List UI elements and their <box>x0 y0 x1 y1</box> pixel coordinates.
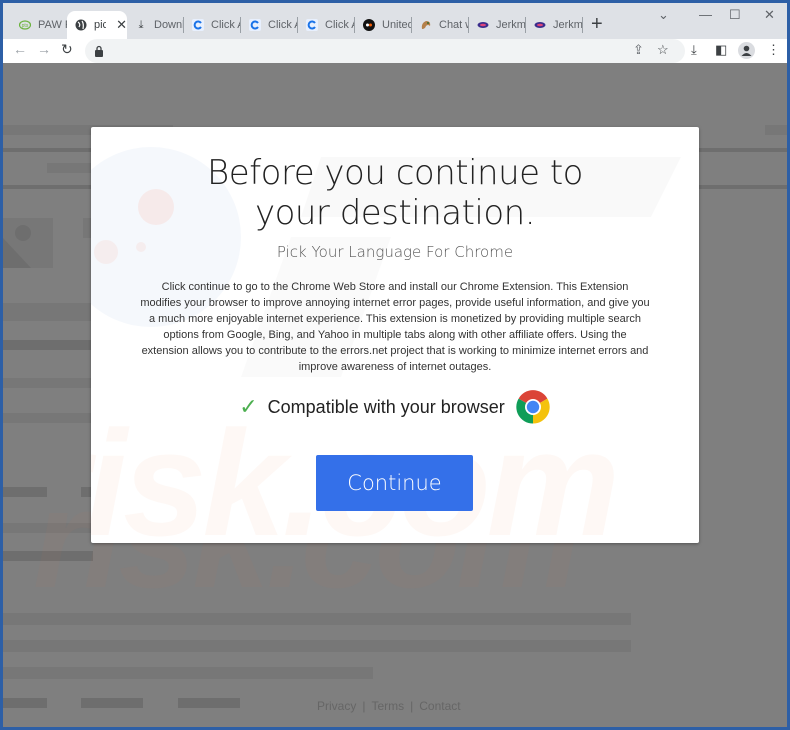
share-icon[interactable]: ⇪ <box>633 42 644 58</box>
click-icon <box>192 19 204 31</box>
placeholder-bar <box>3 378 93 388</box>
back-button[interactable]: ← <box>13 41 27 57</box>
click-icon <box>306 19 318 31</box>
footer-links: Privacy | Terms | Contact <box>317 699 461 713</box>
bookmark-star-icon[interactable]: ☆ <box>657 42 669 58</box>
tab[interactable]: ⤓ Downl <box>127 11 183 39</box>
tab[interactable]: Chat w <box>412 11 468 39</box>
jerk-icon <box>477 19 489 31</box>
chrome-logo-icon <box>515 389 551 425</box>
tab[interactable]: Click A <box>184 11 240 39</box>
placeholder-bar <box>3 551 93 561</box>
contact-link[interactable]: Contact <box>419 699 460 713</box>
tab-active[interactable]: pic ✕ <box>67 11 127 39</box>
placeholder-bar <box>765 125 787 135</box>
browser-toolbar: ← → ↻ ⇪ ☆ ⤓ ◧ ⋮ <box>3 39 787 63</box>
address-bar[interactable]: ⇪ ☆ <box>85 39 685 63</box>
footer-separator: | <box>362 699 366 713</box>
tab[interactable]: Jerkm <box>469 11 525 39</box>
tab-separator <box>582 17 583 33</box>
placeholder-bar <box>3 640 631 652</box>
dialog-subtitle: Pick Your Language For Chrome <box>276 243 514 261</box>
placeholder-bar <box>3 487 47 497</box>
globe-icon <box>75 19 87 31</box>
svg-text:pts: pts <box>22 23 29 29</box>
checkmark-icon: ✓ <box>239 394 258 419</box>
click-icon <box>249 19 261 31</box>
forward-button[interactable]: → <box>37 41 51 57</box>
placeholder-bar <box>3 303 93 321</box>
side-panel-icon[interactable]: ◧ <box>715 42 727 58</box>
dialog-title: Before you continue to your destination. <box>207 153 583 233</box>
privacy-link[interactable]: Privacy <box>317 699 356 713</box>
tab-search-icon[interactable]: ⌄ <box>658 7 669 23</box>
new-tab-button[interactable]: + <box>591 13 603 35</box>
lock-icon <box>94 44 104 62</box>
placeholder-bar <box>3 698 47 708</box>
dialog-description: Click continue to go to the Chrome Web S… <box>140 281 650 373</box>
placeholder-bar <box>3 613 631 625</box>
tab[interactable]: United <box>355 11 411 39</box>
menu-icon[interactable]: ⋮ <box>767 42 780 58</box>
compatibility-text: Compatible with your browser <box>267 396 505 417</box>
browser-window: pts PAW P pic ✕ ⤓ Downl Click A <box>3 3 787 727</box>
downloads-icon[interactable]: ⤓ <box>691 42 697 58</box>
dark-circle-icon <box>363 19 375 31</box>
terms-link[interactable]: Terms <box>371 699 404 713</box>
download-icon: ⤓ <box>138 18 144 31</box>
profile-avatar[interactable] <box>738 42 755 59</box>
tab[interactable]: Click A <box>241 11 297 39</box>
continue-button[interactable]: Continue <box>316 455 473 511</box>
squirrel-icon <box>420 19 432 31</box>
placeholder-bar <box>178 698 240 708</box>
tab[interactable]: Click A <box>298 11 354 39</box>
image-placeholder-icon <box>3 218 53 268</box>
placeholder-bar <box>3 413 93 423</box>
reload-button[interactable]: ↻ <box>61 41 73 58</box>
minimize-button[interactable]: — <box>699 7 712 22</box>
compatibility-row: ✓ Compatible with your browser <box>91 389 699 425</box>
close-tab-icon[interactable]: ✕ <box>116 17 127 33</box>
placeholder-bar <box>3 523 93 533</box>
install-extension-dialog: risk.com Before you continue to your des… <box>91 127 699 543</box>
tab[interactable]: pts PAW P <box>11 11 69 39</box>
jerk-icon <box>534 19 546 31</box>
placeholder-bar <box>81 698 143 708</box>
placeholder-bar <box>3 667 373 679</box>
placeholder-bar <box>3 340 93 350</box>
footer-separator: | <box>410 699 414 713</box>
close-window-button[interactable]: ✕ <box>764 7 775 23</box>
tab[interactable]: Jerkm <box>526 11 582 39</box>
maximize-button[interactable]: ☐ <box>729 7 741 23</box>
tab-strip: pts PAW P pic ✕ ⤓ Downl Click A <box>3 3 787 39</box>
pts-icon: pts <box>19 19 31 31</box>
